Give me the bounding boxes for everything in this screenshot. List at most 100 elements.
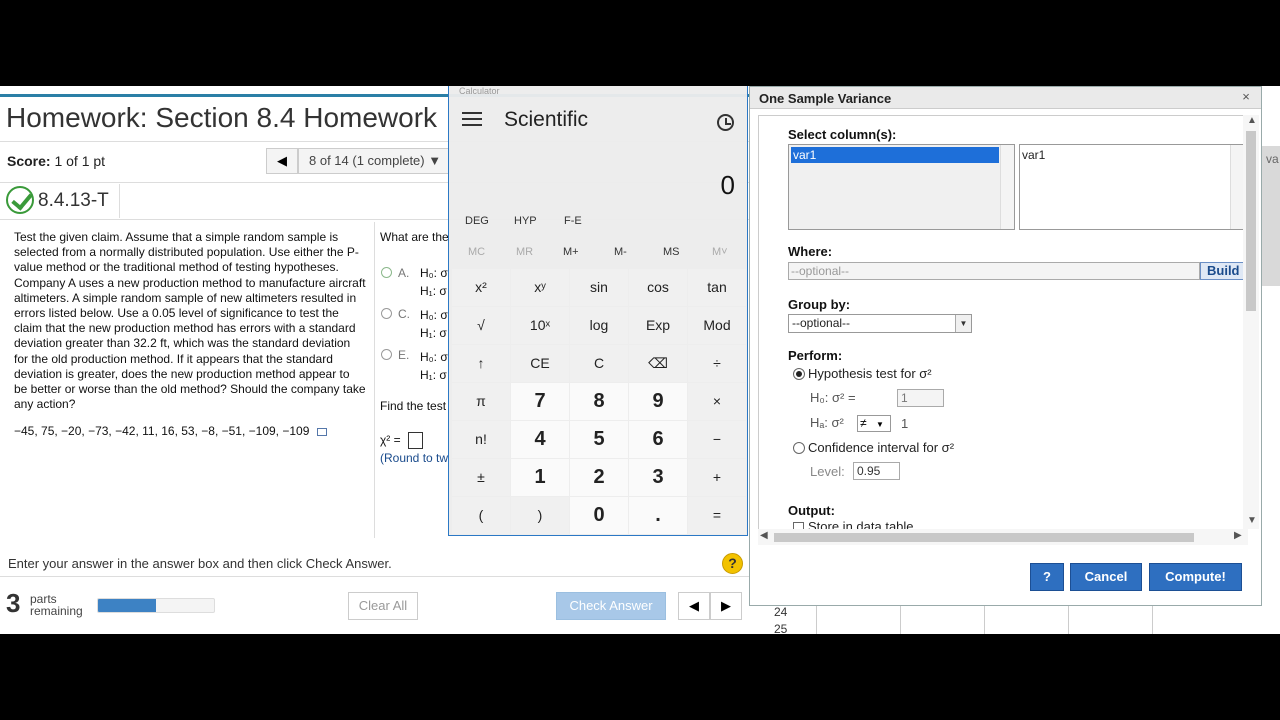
calc-key-5-3[interactable]: 3 (629, 459, 687, 496)
clear-all-button[interactable]: Clear All (348, 592, 418, 620)
question-selector[interactable]: 8 of 14 (1 complete) ▼ (298, 148, 450, 174)
scroll-up-icon[interactable]: ▲ (1247, 115, 1257, 126)
calc-key-2-0[interactable]: ↑ (452, 345, 510, 382)
available-columns-list[interactable]: var1 (788, 144, 1015, 230)
calc-key-2-3[interactable]: ⌫ (629, 345, 687, 382)
calc-key-1-4[interactable]: Mod (688, 307, 746, 344)
option-e-label: E. (398, 348, 410, 362)
calc-key-5-1[interactable]: 1 (511, 459, 569, 496)
memory-subtract-button[interactable]: M- (614, 246, 627, 258)
row-number: 25 (774, 622, 788, 634)
calc-key-4-4[interactable]: − (688, 421, 746, 458)
scroll-down-icon[interactable]: ▼ (1247, 515, 1257, 526)
deg-toggle[interactable]: DEG (465, 215, 489, 227)
row-number: 24 (774, 605, 788, 619)
calculator-titlebar[interactable]: Calculator (449, 86, 747, 96)
confidence-interval-radio[interactable] (793, 442, 805, 454)
calc-key-2-2[interactable]: C (570, 345, 628, 382)
option-e-radio[interactable] (381, 349, 392, 360)
previous-question-button[interactable]: ◀ (266, 148, 298, 174)
calc-key-5-2[interactable]: 2 (570, 459, 628, 496)
next-part-button[interactable]: ▶ (710, 592, 742, 620)
where-input[interactable]: --optional-- (788, 262, 1200, 280)
scroll-thumb[interactable] (1246, 131, 1256, 311)
calc-key-5-4[interactable]: + (688, 459, 746, 496)
history-icon[interactable] (717, 114, 734, 131)
option-c-radio[interactable] (381, 308, 392, 319)
selected-columns-list[interactable]: var1 (1019, 144, 1245, 230)
dialog-vertical-scrollbar[interactable]: ▲ ▼ (1243, 115, 1259, 529)
calculator-display: 0 (720, 170, 735, 200)
calc-key-6-1[interactable]: ) (511, 497, 569, 534)
list-scrollbar[interactable] (1000, 145, 1014, 229)
option-e-h1: H₁: σ (420, 368, 447, 382)
help-button[interactable]: ? (1030, 563, 1064, 591)
data-values: −45, 75, −20, −73, −42, 11, 16, 53, −8, … (14, 424, 354, 439)
ha-operator-select[interactable]: ≠ ▼ (857, 415, 891, 432)
calc-key-6-3[interactable]: . (629, 497, 687, 534)
list-scrollbar[interactable] (1230, 145, 1244, 229)
compute-button[interactable]: Compute! (1149, 563, 1242, 591)
list-item-var1[interactable]: var1 (791, 147, 999, 163)
calc-key-0-1[interactable]: xʸ (511, 269, 569, 306)
calc-key-0-4[interactable]: tan (688, 269, 746, 306)
fe-toggle[interactable]: F-E (564, 215, 582, 227)
calc-key-0-3[interactable]: cos (629, 269, 687, 306)
list-item-var1-selected[interactable]: var1 (1022, 147, 1045, 163)
chi-square-answer-input[interactable] (408, 432, 423, 449)
one-sample-variance-dialog: One Sample Variance × Select column(s): … (749, 86, 1262, 606)
calc-key-0-0[interactable]: x² (452, 269, 510, 306)
calc-key-3-3[interactable]: 9 (629, 383, 687, 420)
dialog-horizontal-scrollbar[interactable]: ◀ ▶ (758, 529, 1248, 545)
calc-key-6-0[interactable]: ( (452, 497, 510, 534)
calc-key-0-2[interactable]: sin (570, 269, 628, 306)
hyp-toggle[interactable]: HYP (514, 215, 537, 227)
calc-key-6-2[interactable]: 0 (570, 497, 628, 534)
copy-data-icon[interactable] (316, 427, 327, 436)
check-answer-button[interactable]: Check Answer (556, 592, 666, 620)
memory-list-button[interactable]: M˅ (712, 246, 728, 258)
calc-key-1-2[interactable]: log (570, 307, 628, 344)
option-a-label: A. (398, 266, 410, 280)
score-label: Score: (7, 153, 51, 169)
memory-clear-button[interactable]: MC (468, 246, 485, 258)
find-test-prompt: Find the test (380, 399, 447, 413)
option-a-radio[interactable] (381, 267, 392, 278)
score: Score: 1 of 1 pt (7, 153, 105, 169)
calc-key-5-0[interactable]: ± (452, 459, 510, 496)
confidence-interval-label: Confidence interval for σ² (808, 440, 955, 455)
hamburger-menu-icon[interactable] (462, 112, 482, 126)
calc-key-1-0[interactable]: √ (452, 307, 510, 344)
scroll-thumb[interactable] (774, 533, 1194, 542)
memory-recall-button[interactable]: MR (516, 246, 533, 258)
scroll-left-icon[interactable]: ◀ (760, 530, 768, 541)
calc-key-3-2[interactable]: 8 (570, 383, 628, 420)
option-c-h1: H₁: σ (420, 326, 447, 340)
calc-key-3-1[interactable]: 7 (511, 383, 569, 420)
calc-key-4-2[interactable]: 5 (570, 421, 628, 458)
close-icon[interactable]: × (1239, 90, 1253, 104)
scroll-right-icon[interactable]: ▶ (1234, 530, 1242, 541)
calc-key-3-4[interactable]: × (688, 383, 746, 420)
calc-key-2-4[interactable]: ÷ (688, 345, 746, 382)
calc-key-1-1[interactable]: 10ˣ (511, 307, 569, 344)
calc-key-6-4[interactable]: = (688, 497, 746, 534)
previous-part-button[interactable]: ◀ (678, 592, 710, 620)
group-by-value: --optional-- (792, 316, 851, 330)
hypothesis-test-radio[interactable] (793, 368, 805, 380)
calc-key-4-0[interactable]: n! (452, 421, 510, 458)
cancel-button[interactable]: Cancel (1070, 563, 1142, 591)
calc-key-1-3[interactable]: Exp (629, 307, 687, 344)
calc-key-4-3[interactable]: 6 (629, 421, 687, 458)
group-by-select[interactable]: --optional-- ▼ (788, 314, 972, 333)
memory-add-button[interactable]: M+ (563, 246, 579, 258)
memory-store-button[interactable]: MS (663, 246, 680, 258)
calc-key-3-0[interactable]: π (452, 383, 510, 420)
build-button[interactable]: Build (1200, 262, 1247, 280)
level-input[interactable]: 0.95 (853, 462, 900, 480)
h0-value-input[interactable]: 1 (897, 389, 944, 407)
calc-key-2-1[interactable]: CE (511, 345, 569, 382)
dialog-titlebar[interactable]: One Sample Variance × (750, 87, 1261, 109)
calc-key-4-1[interactable]: 4 (511, 421, 569, 458)
help-icon[interactable]: ? (722, 553, 743, 574)
